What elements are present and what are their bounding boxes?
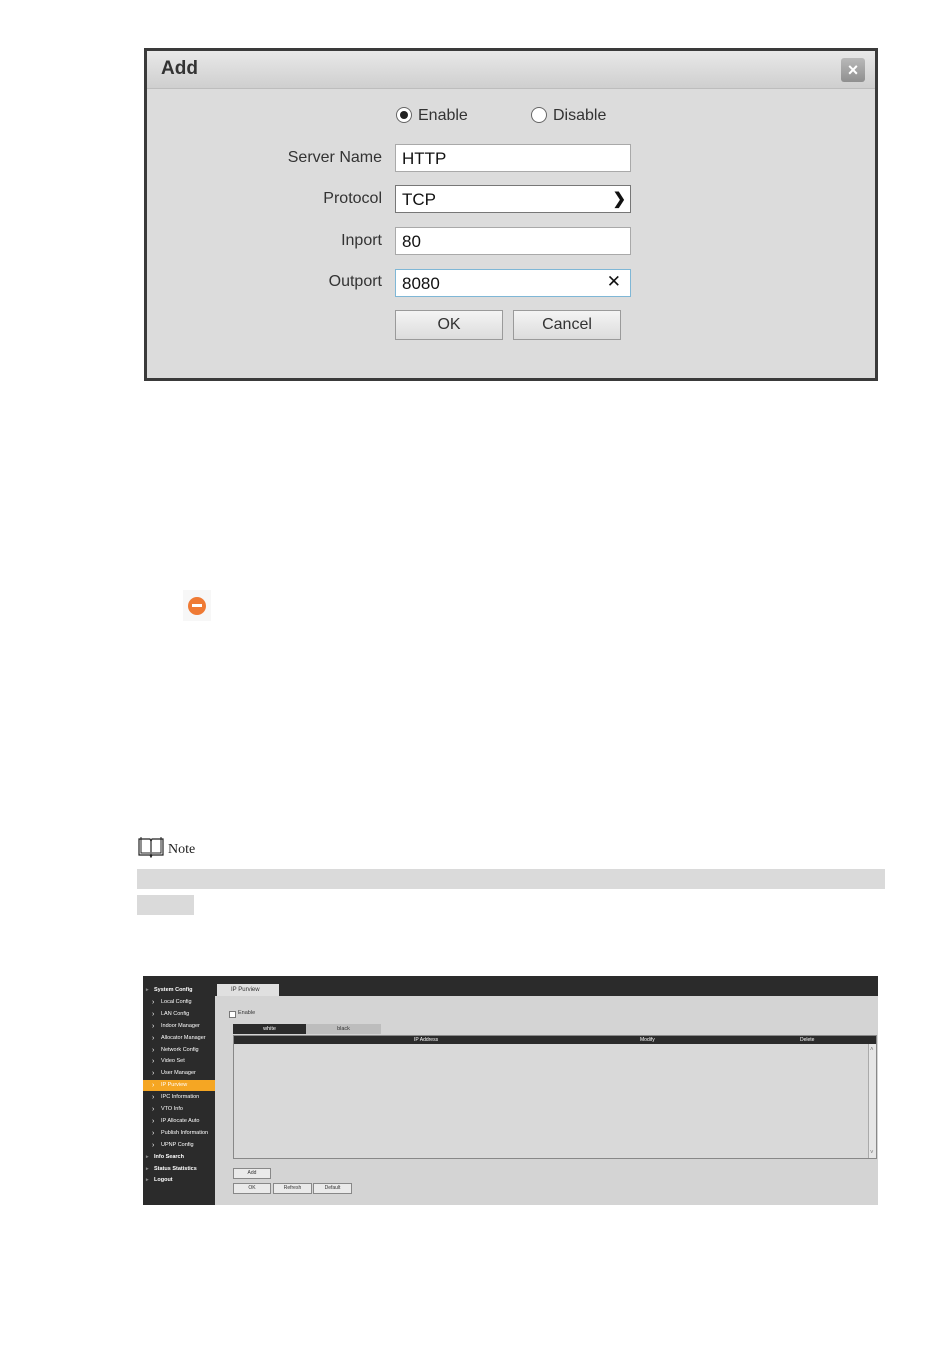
sidebar-item-logout[interactable]: Logout: [143, 1175, 215, 1186]
default-button[interactable]: Default: [313, 1183, 352, 1194]
ok-button[interactable]: OK: [233, 1183, 271, 1194]
outport-value: 8080: [402, 274, 440, 293]
sidebar-item-info-search[interactable]: Info Search: [143, 1152, 215, 1163]
radio-unselected-icon: [531, 107, 547, 123]
close-icon[interactable]: ×: [841, 58, 865, 82]
sidebar-item-publish-information[interactable]: Publish Information: [143, 1128, 215, 1139]
enable-checkbox[interactable]: [229, 1011, 236, 1018]
tab-black-list[interactable]: black: [306, 1024, 381, 1034]
redacted-text-block: [137, 895, 194, 915]
table-scrollbar[interactable]: ˄ ˅: [868, 1044, 876, 1158]
column-delete: Delete: [800, 1037, 815, 1043]
enable-radio[interactable]: Enable: [396, 107, 468, 125]
sidebar-item-status-statistics[interactable]: Status Statistics: [143, 1164, 215, 1175]
book-icon: [138, 837, 164, 858]
server-name-input[interactable]: HTTP: [395, 144, 631, 172]
tab-white-list[interactable]: white: [233, 1024, 306, 1034]
column-ip-address: IP Address: [414, 1037, 439, 1043]
disable-radio[interactable]: Disable: [531, 107, 606, 125]
sidebar: System ConfigLocal ConfigLAN ConfigIndoo…: [143, 976, 215, 1205]
refresh-button[interactable]: Refresh: [273, 1183, 312, 1194]
sidebar-item-allocator-manager[interactable]: Allocator Manager: [143, 1033, 215, 1044]
inport-input[interactable]: 80: [395, 227, 631, 255]
ok-button[interactable]: OK: [395, 310, 503, 340]
protocol-label: Protocol: [323, 190, 382, 207]
cancel-button[interactable]: Cancel: [513, 310, 621, 340]
ip-purview-screenshot: System ConfigLocal ConfigLAN ConfigIndoo…: [143, 976, 878, 1205]
sidebar-item-indoor-manager[interactable]: Indoor Manager: [143, 1021, 215, 1032]
sidebar-item-video-set[interactable]: Video Set: [143, 1056, 215, 1067]
chevron-down-icon: ❯: [612, 191, 626, 208]
enable-checkbox-label: Enable: [238, 1010, 256, 1016]
top-bar: [215, 976, 878, 996]
sidebar-item-upnp-config[interactable]: UPNP Config: [143, 1140, 215, 1151]
redacted-text-block: [137, 869, 885, 889]
scroll-up-icon[interactable]: ˄: [870, 1047, 874, 1053]
server-name-label: Server Name: [287, 149, 382, 166]
outport-label: Outport: [328, 273, 382, 290]
sidebar-item-system-config[interactable]: System Config: [143, 985, 215, 996]
sidebar-item-local-config[interactable]: Local Config: [143, 997, 215, 1008]
sidebar-item-user-manager[interactable]: User Manager: [143, 1068, 215, 1079]
add-dialog: Add × Enable Disable Server Name HTTP Pr…: [144, 48, 878, 381]
protocol-select[interactable]: TCP ❯: [395, 185, 631, 213]
ip-table: IP Address Modify Delete ˄ ˅: [233, 1035, 877, 1159]
clear-icon[interactable]: ✕: [607, 272, 621, 292]
note-label: Note: [168, 842, 196, 857]
tab-ip-purview[interactable]: IP Purview: [217, 984, 279, 996]
sidebar-item-lan-config[interactable]: LAN Config: [143, 1009, 215, 1020]
column-modify: Modify: [640, 1037, 655, 1043]
enable-label: Enable: [418, 107, 468, 124]
disable-label: Disable: [553, 107, 607, 124]
sidebar-item-ipc-information[interactable]: IPC Information: [143, 1092, 215, 1103]
sidebar-item-ip-purview[interactable]: IP Purview: [143, 1080, 215, 1092]
dialog-header: Add ×: [147, 51, 875, 89]
table-header: IP Address Modify Delete: [234, 1036, 876, 1044]
inport-value: 80: [402, 232, 421, 251]
add-button[interactable]: Add: [233, 1168, 271, 1179]
sidebar-item-vto-info[interactable]: VTO Info: [143, 1104, 215, 1115]
inport-label: Inport: [341, 232, 382, 249]
dialog-title: Add: [161, 58, 198, 79]
radio-selected-icon: [396, 107, 412, 123]
protocol-value: TCP: [402, 190, 436, 209]
outport-input[interactable]: 8080 ✕: [395, 269, 631, 297]
sidebar-item-network-config[interactable]: Network Config: [143, 1045, 215, 1056]
server-name-value: HTTP: [402, 149, 447, 168]
minus-circle-icon: [183, 590, 211, 621]
sidebar-item-ip-allocate-auto[interactable]: IP Allocate Auto: [143, 1116, 215, 1127]
scroll-down-icon[interactable]: ˅: [870, 1150, 874, 1156]
